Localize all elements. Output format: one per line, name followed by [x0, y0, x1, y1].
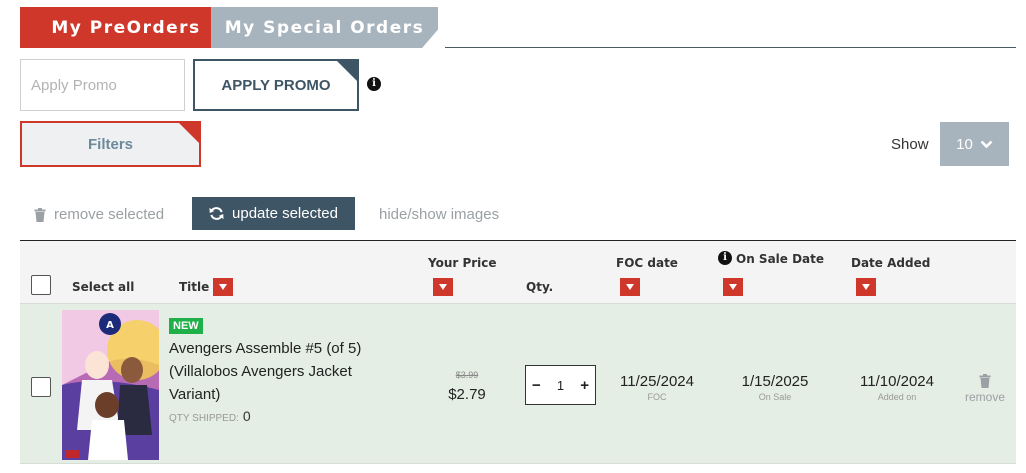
- svg-text:A: A: [106, 320, 114, 331]
- show-label: Show: [891, 136, 929, 153]
- your-price: $2.79: [448, 386, 486, 403]
- table-row: A NEW Avengers Assemble #5 (of 5) (Villa…: [20, 303, 1016, 464]
- decrement-button[interactable]: −: [532, 377, 541, 394]
- select-all-checkbox[interactable]: [31, 275, 51, 295]
- apply-promo-button[interactable]: APPLY PROMO: [193, 59, 359, 111]
- date-added-sublabel: Added on: [877, 392, 917, 402]
- original-price: $3.99: [455, 370, 479, 380]
- hide-show-images-label: hide/show images: [379, 206, 500, 223]
- sort-date-added-button[interactable]: [856, 278, 876, 296]
- column-your-price: Your Price: [428, 256, 497, 270]
- tab-label: My PreOrders: [51, 17, 201, 38]
- corner-flag-icon: [337, 61, 357, 81]
- page-size-value: 10: [956, 135, 973, 153]
- filters-button[interactable]: Filters: [20, 121, 201, 167]
- filters-label: Filters: [87, 135, 133, 153]
- increment-button[interactable]: +: [580, 377, 589, 394]
- trash-icon: [979, 374, 991, 388]
- column-title: Title: [179, 280, 210, 294]
- apply-promo-label: APPLY PROMO: [221, 76, 331, 94]
- cover-art: A: [62, 310, 159, 460]
- foc-date-sublabel: FOC: [647, 392, 667, 402]
- comic-cover-image[interactable]: A: [62, 310, 159, 460]
- promo-input[interactable]: [20, 59, 185, 111]
- qty-shipped: QTY SHIPPED: 0: [169, 408, 251, 424]
- column-foc-date: FOC date: [616, 256, 678, 270]
- corner-flag-icon: [179, 123, 199, 143]
- sort-price-button[interactable]: [433, 278, 453, 296]
- date-added-cell: 11/10/2024 Added on: [842, 373, 952, 402]
- foc-date-value: 11/25/2024: [620, 373, 694, 390]
- chevron-down-icon: [980, 140, 993, 148]
- column-on-sale-date: On Sale Date: [736, 252, 825, 266]
- select-all-label: Select all: [72, 280, 135, 294]
- product-title[interactable]: Avengers Assemble #5 (of 5) (Villalobos …: [169, 337, 379, 406]
- page-size-select[interactable]: 10: [940, 122, 1009, 166]
- info-icon[interactable]: i: [367, 77, 381, 91]
- tab-my-preorders[interactable]: My PreOrders: [20, 7, 232, 48]
- trash-icon: [34, 207, 46, 222]
- sort-title-button[interactable]: [213, 278, 233, 296]
- row-checkbox[interactable]: [31, 377, 51, 397]
- on-sale-date-cell: 1/15/2025 On Sale: [720, 373, 830, 402]
- remove-selected-label: remove selected: [54, 206, 165, 223]
- on-sale-date-value: 1/15/2025: [741, 373, 809, 390]
- sort-foc-date-button[interactable]: [620, 278, 640, 296]
- remove-label: remove: [964, 390, 1005, 404]
- new-badge: NEW: [169, 318, 203, 334]
- update-selected-label: update selected: [232, 205, 338, 222]
- qty-shipped-label: QTY SHIPPED:: [169, 413, 239, 424]
- qty-shipped-value: 0: [242, 408, 251, 424]
- quantity-value[interactable]: 1: [557, 378, 564, 393]
- update-selected-button[interactable]: update selected: [192, 197, 355, 230]
- tab-my-special-orders[interactable]: My Special Orders: [211, 7, 438, 48]
- column-qty: Qty.: [526, 280, 554, 294]
- tab-divider: [445, 47, 1016, 48]
- remove-row-button[interactable]: remove: [961, 374, 1009, 404]
- date-added-value: 11/10/2024: [860, 373, 934, 390]
- remove-selected-button[interactable]: remove selected: [34, 206, 164, 223]
- refresh-icon: [209, 207, 224, 220]
- hide-show-images-link[interactable]: hide/show images: [379, 206, 499, 223]
- info-icon[interactable]: i: [718, 251, 732, 265]
- tab-label: My Special Orders: [224, 17, 425, 38]
- table-header: Select all Title Your Price Qty. FOC dat…: [20, 240, 1016, 303]
- column-date-added: Date Added: [851, 256, 931, 270]
- sort-on-sale-date-button[interactable]: [723, 278, 743, 296]
- on-sale-date-sublabel: On Sale: [758, 392, 792, 402]
- quantity-stepper[interactable]: − 1 +: [525, 365, 596, 405]
- foc-date-cell: 11/25/2024 FOC: [602, 373, 712, 402]
